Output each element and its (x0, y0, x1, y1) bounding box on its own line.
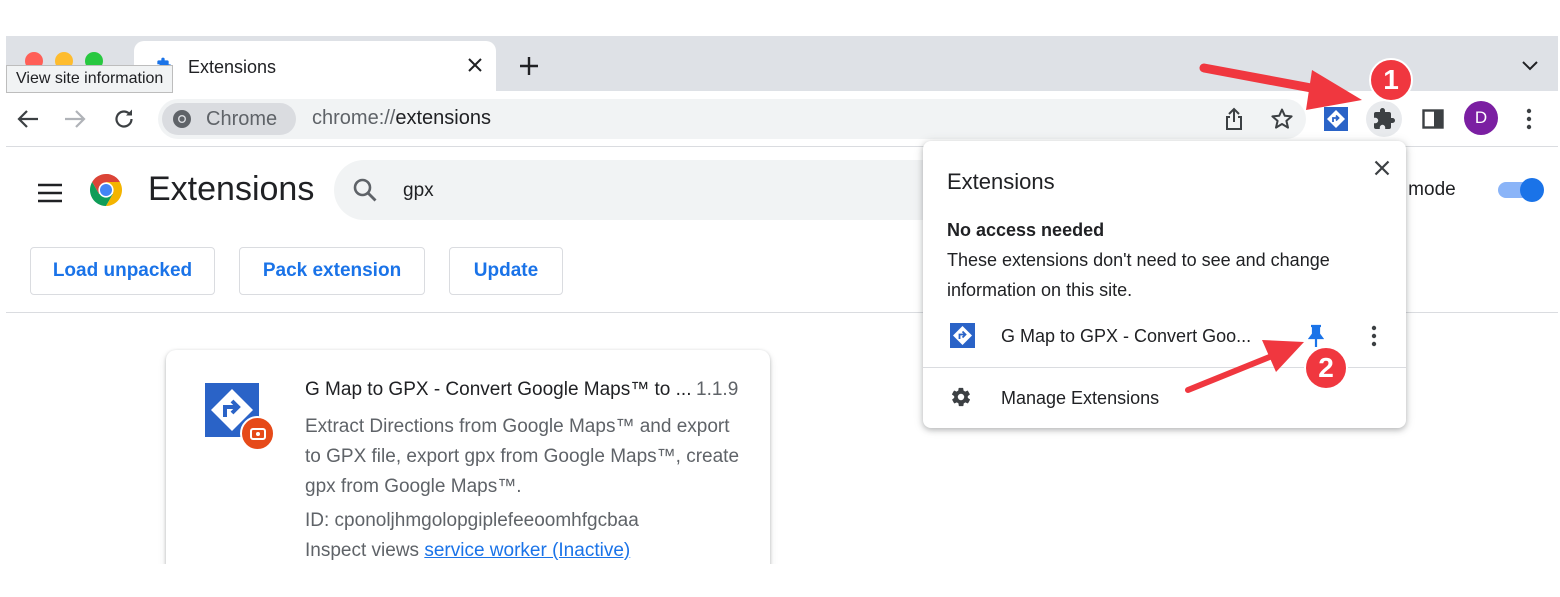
arrow-2 (1185, 340, 1304, 393)
arrow-1 (1199, 63, 1362, 110)
step-2-badge: 2 (1304, 346, 1348, 390)
step-1-badge: 1 (1369, 58, 1413, 102)
annotation-arrows (1185, 63, 1362, 393)
